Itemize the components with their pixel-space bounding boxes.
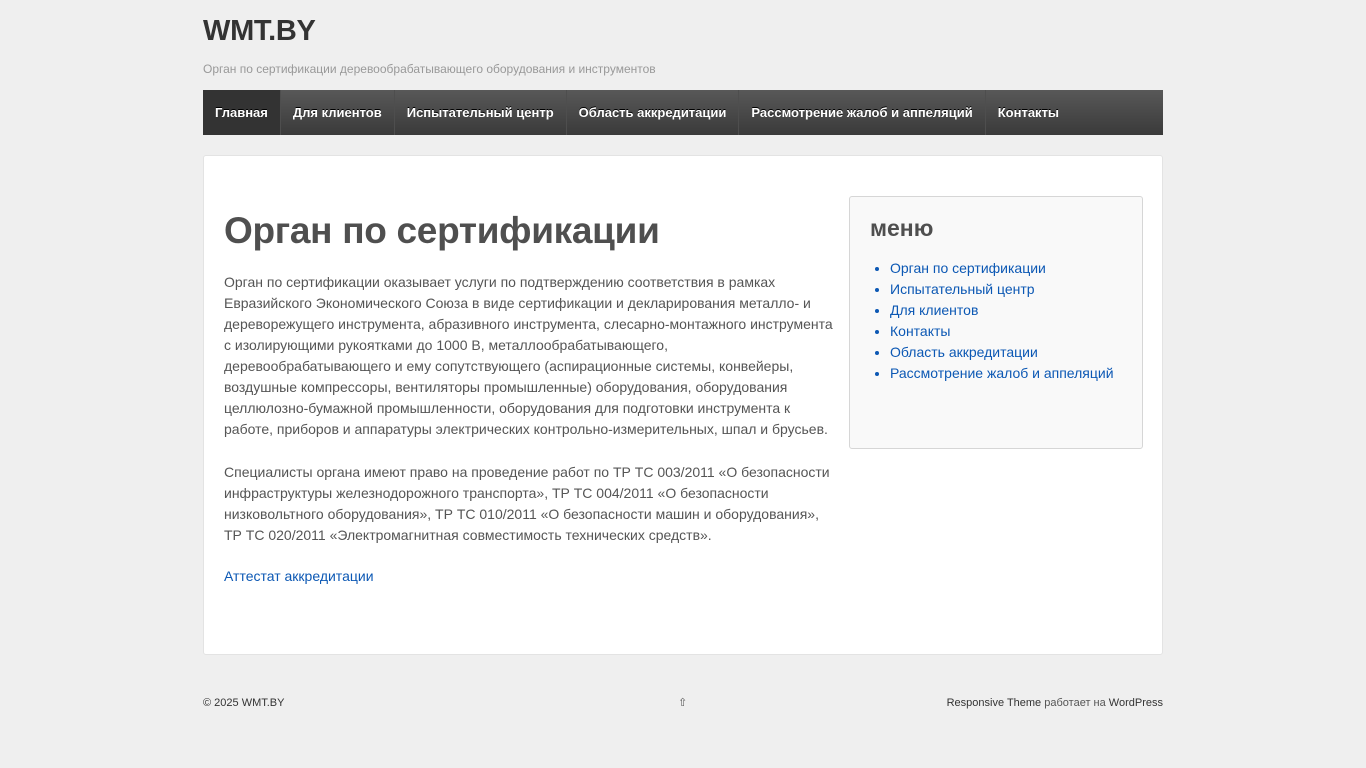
widget-title: меню (870, 215, 934, 241)
page-title: Орган по сертификации (224, 210, 660, 251)
sidebar-item-test-center[interactable]: Испытательный центр (890, 279, 1122, 300)
sidebar-link[interactable]: Рассмотрение жалоб и аппеляций (890, 365, 1114, 381)
footer-copyright: © 2025 WMT.BY (203, 697, 285, 709)
site-description: Орган по сертификации деревообрабатывающ… (203, 62, 656, 76)
main-nav: Главная Для клиентов Испытательный центр… (203, 90, 1163, 135)
sidebar-link[interactable]: Контакты (890, 323, 950, 339)
accreditation-certificate-link[interactable]: Аттестат аккредитации (224, 568, 374, 584)
nav-item-accreditation-scope[interactable]: Область аккредитации (567, 90, 740, 135)
nav-item-clients[interactable]: Для клиентов (281, 90, 395, 135)
content-container: Орган по сертификации Орган по сертифика… (203, 155, 1163, 655)
sidebar-item-clients[interactable]: Для клиентов (890, 300, 1122, 321)
sidebar-menu-list: Орган по сертификации Испытательный цент… (870, 258, 1122, 384)
theme-link[interactable]: Responsive Theme (947, 697, 1042, 709)
sidebar-link[interactable]: Испытательный центр (890, 281, 1035, 297)
sidebar-link[interactable]: Область аккредитации (890, 344, 1038, 360)
nav-item-contacts[interactable]: Контакты (986, 90, 1071, 135)
sidebar-item-certification-body[interactable]: Орган по сертификации (890, 258, 1122, 279)
sidebar-item-complaints[interactable]: Рассмотрение жалоб и аппеляций (890, 363, 1122, 384)
main-content: Орган по сертификации Орган по сертифика… (224, 210, 834, 586)
paragraph-intro: Орган по сертификации оказывает услуги п… (224, 273, 833, 437)
sidebar-menu-widget: меню Орган по сертификации Испытательный… (849, 196, 1143, 449)
footer-credits: Responsive Theme работает на WordPress (947, 697, 1163, 709)
nav-item-complaints[interactable]: Рассмотрение жалоб и аппеляций (739, 90, 986, 135)
nav-item-home[interactable]: Главная (203, 90, 281, 135)
paragraph-regulations: Специалисты органа имеют право на провед… (224, 463, 830, 543)
sidebar-link[interactable]: Орган по сертификации (890, 260, 1046, 276)
scroll-top-icon[interactable]: ⇧ (678, 696, 687, 709)
site-title[interactable]: WMT.BY (203, 15, 316, 48)
sidebar-item-contacts[interactable]: Контакты (890, 321, 1122, 342)
sidebar-item-accreditation-scope[interactable]: Область аккредитации (890, 342, 1122, 363)
nav-item-test-center[interactable]: Испытательный центр (395, 90, 567, 135)
sidebar-link[interactable]: Для клиентов (890, 302, 978, 318)
powered-by-text: работает на (1041, 697, 1109, 709)
wordpress-link[interactable]: WordPress (1109, 697, 1163, 709)
